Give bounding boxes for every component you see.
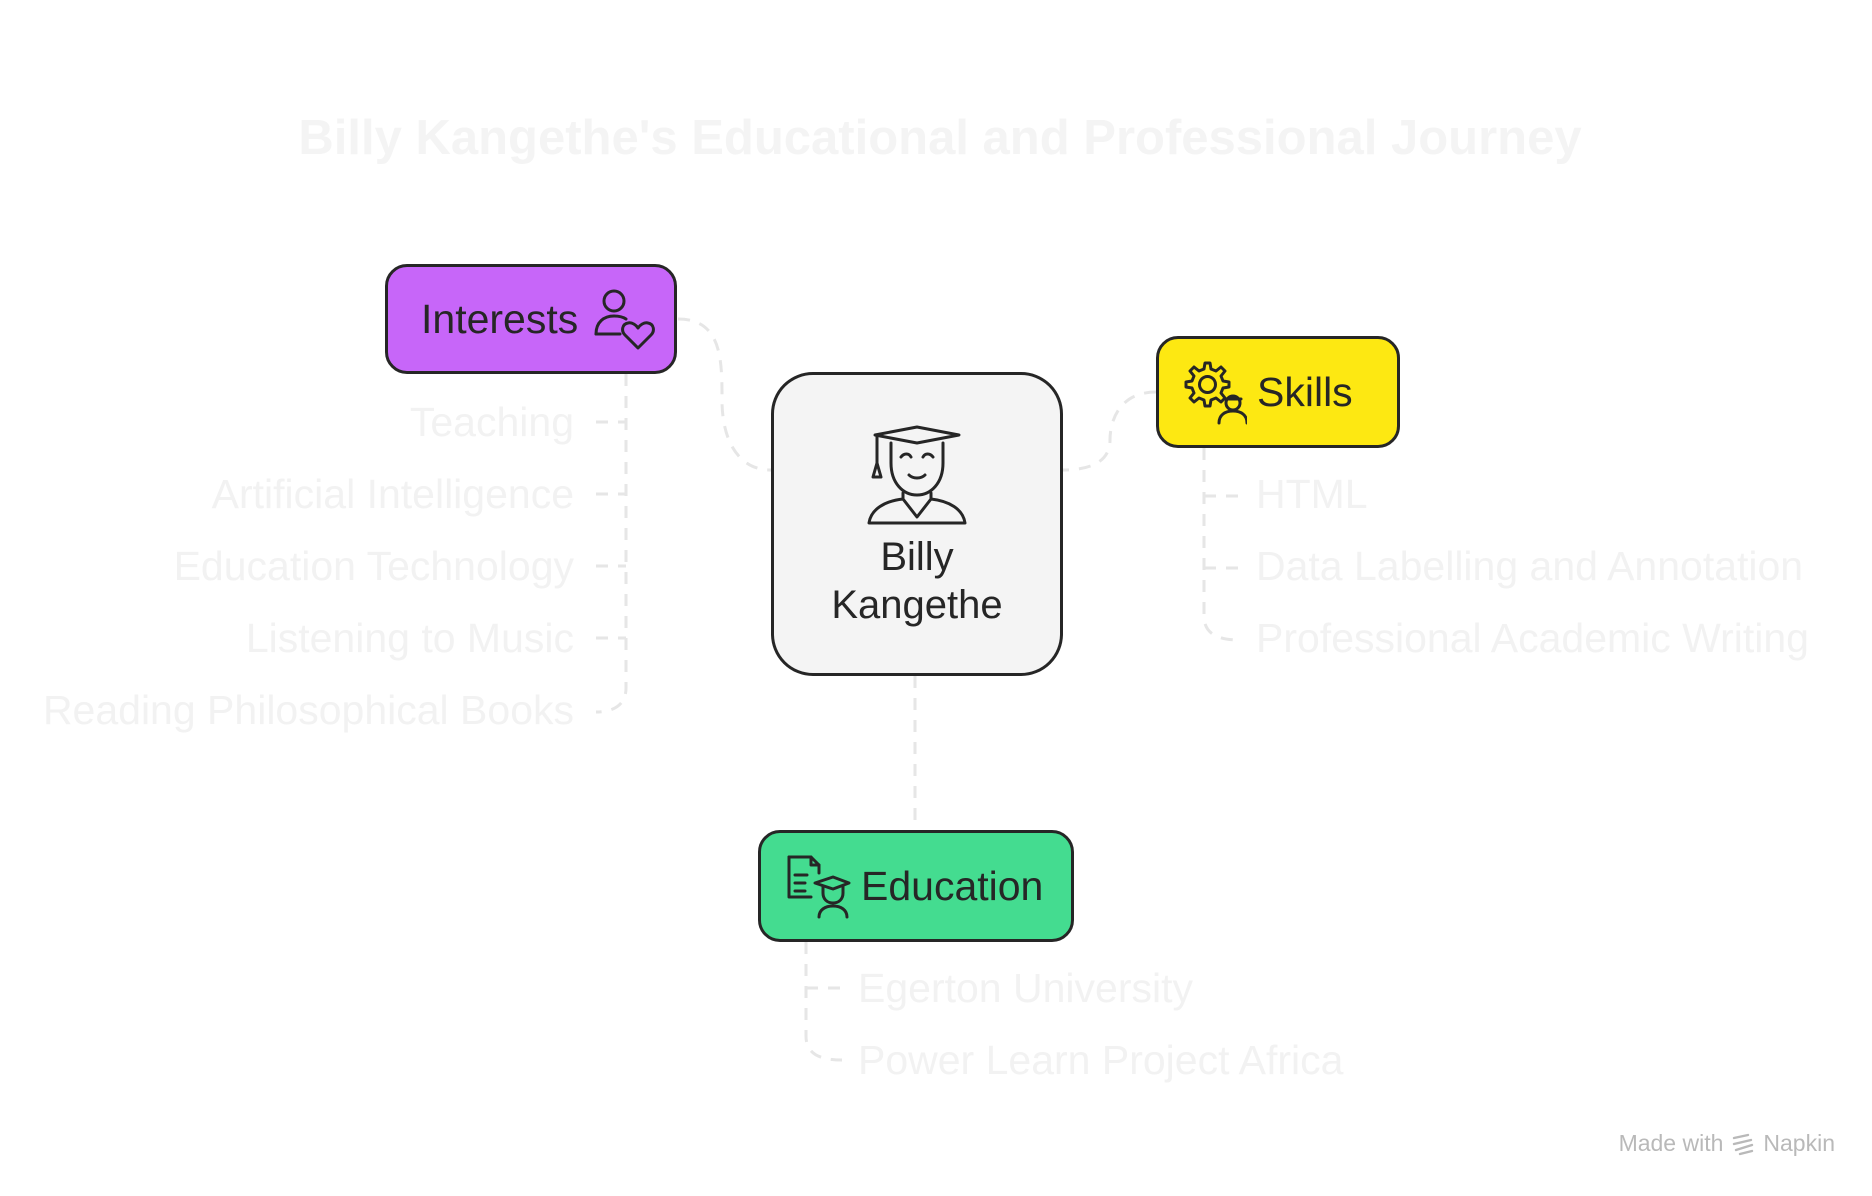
center-label-line2: Kangethe (831, 583, 1003, 627)
skill-item: Professional Academic Writing (1256, 615, 1809, 661)
napkin-logo-icon (1733, 1133, 1754, 1155)
education-item: Power Learn Project Africa (858, 1037, 1344, 1083)
connector-interests-branches (596, 420, 626, 640)
connector-skills-center (1062, 390, 1157, 472)
made-with-text: Made with (1618, 1130, 1724, 1156)
connector-skills-branches (1204, 494, 1240, 570)
napkin-brand-text: Napkin (1763, 1130, 1835, 1156)
person-heart-icon (594, 289, 656, 350)
education-node[interactable]: Education (758, 830, 1074, 942)
education-label: Education (861, 862, 1044, 909)
interest-item: Artificial Intelligence (211, 471, 574, 517)
connector-education-spine (804, 942, 843, 1062)
made-with-napkin[interactable]: Made with Napkin (1619, 1130, 1835, 1157)
skill-item: Data Labelling and Annotation (1256, 543, 1804, 589)
diagram-canvas: Billy Kangethe's Educational and Profess… (0, 0, 1872, 1196)
interest-item: Teaching (409, 399, 574, 445)
connector-interests-spine (595, 374, 628, 714)
interests-label: Interests (421, 295, 579, 342)
center-label-line1: Billy (880, 535, 954, 579)
interest-item: Education Technology (173, 543, 574, 589)
center-node[interactable]: Billy Kangethe (771, 372, 1063, 676)
education-item: Egerton University (858, 965, 1193, 1011)
skill-item: HTML (1256, 471, 1368, 517)
skills-node[interactable]: Skills (1156, 336, 1400, 448)
document-graduate-icon (787, 855, 851, 919)
interest-item: Reading Philosophical Books (42, 687, 574, 733)
skills-label: Skills (1257, 368, 1353, 415)
interest-item: Listening to Music (245, 615, 574, 661)
graduate-icon (867, 425, 967, 525)
gear-person-icon (1184, 361, 1247, 425)
connector-interests-center (677, 317, 772, 472)
connector-skills-spine (1202, 448, 1241, 642)
interests-node[interactable]: Interests (385, 264, 677, 374)
page-title: Billy Kangethe's Educational and Profess… (298, 111, 1582, 165)
